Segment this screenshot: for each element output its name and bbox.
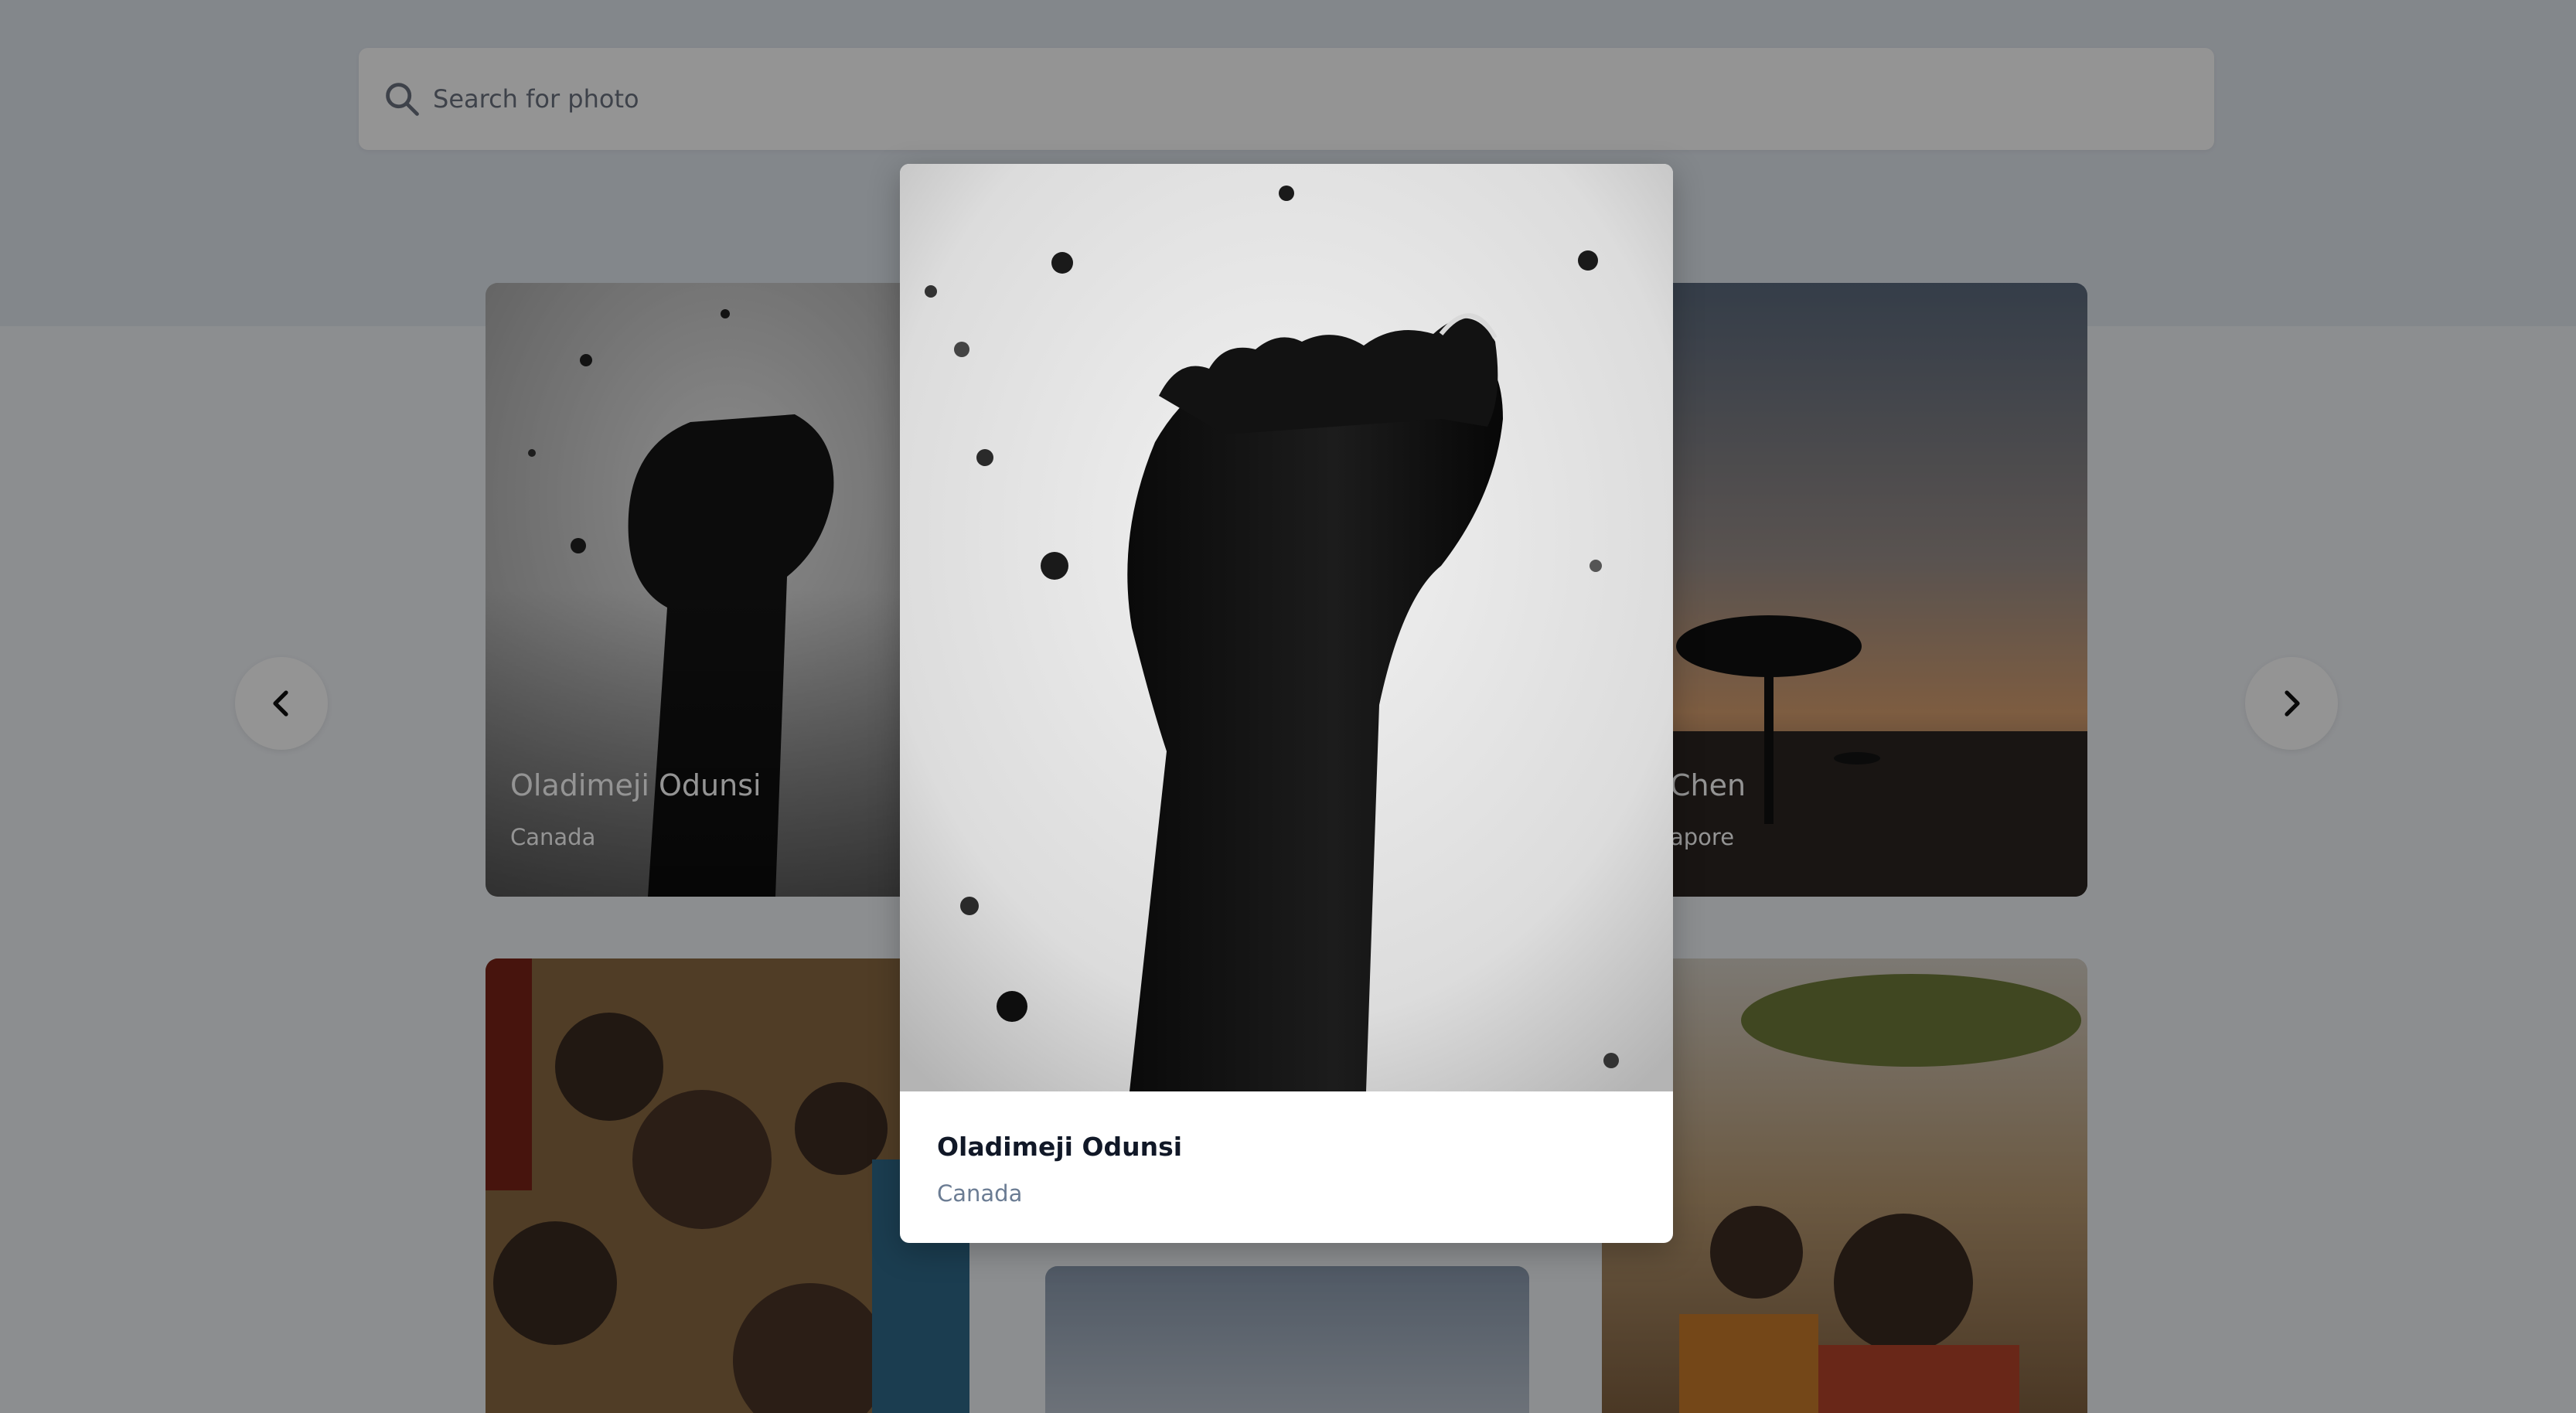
modal-image <box>900 164 1673 1091</box>
photo-modal: Oladimeji Odunsi Canada <box>900 164 1673 1243</box>
modal-location: Canada <box>937 1180 1023 1207</box>
gallery-page: Oladimeji Odunsi Canada Chen apore <box>0 0 2576 1413</box>
modal-photographer-name: Oladimeji Odunsi <box>937 1132 1183 1162</box>
modal-info: Oladimeji Odunsi Canada <box>937 1132 1182 1207</box>
